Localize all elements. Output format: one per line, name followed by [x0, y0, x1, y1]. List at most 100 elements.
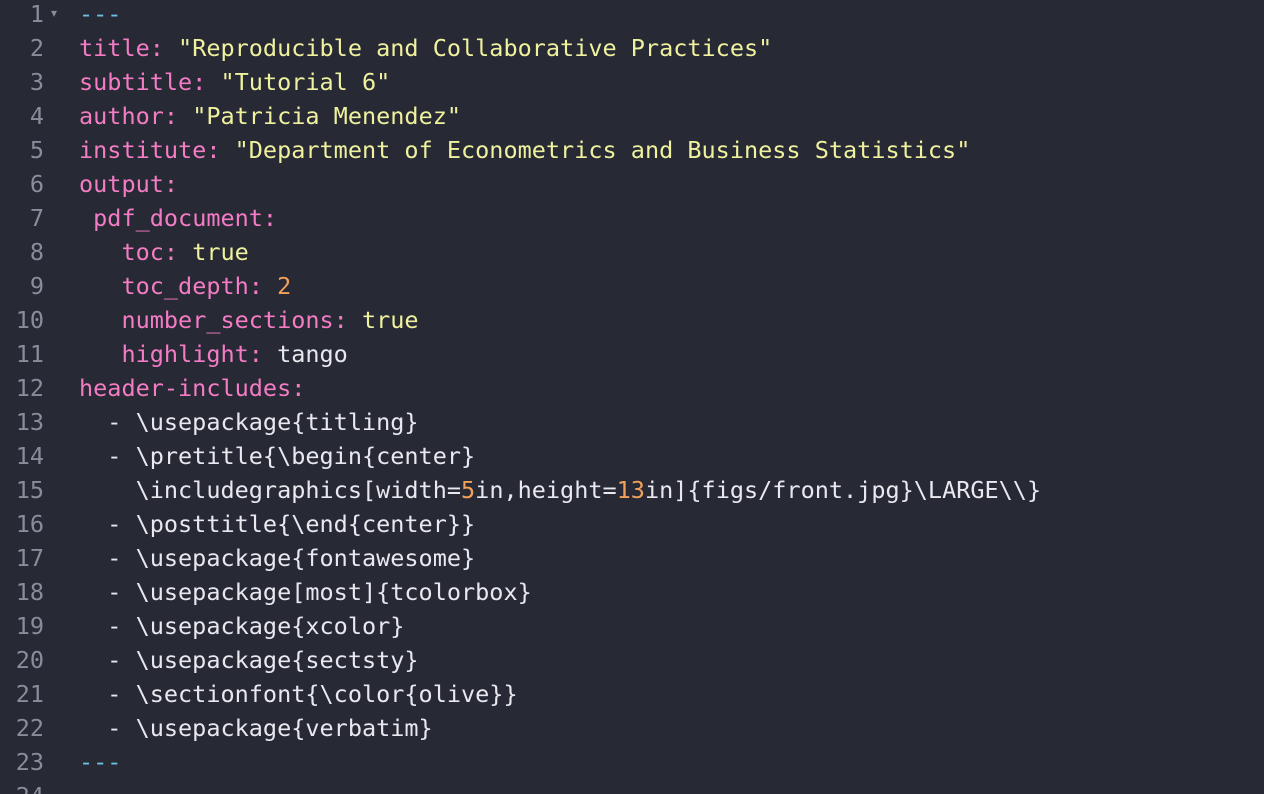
code-line[interactable]: 17 - \usepackage{fontawesome}: [0, 541, 1264, 575]
line-number: 8: [29, 238, 44, 266]
code-token: subtitle:: [79, 68, 207, 96]
line-number: 20: [15, 646, 44, 674]
code-text: - \usepackage{titling}: [79, 405, 418, 439]
code-line[interactable]: 2 title: "Reproducible and Collaborative …: [0, 31, 1264, 65]
line-number: 11: [15, 340, 44, 368]
code-token: - \usepackage{fontawesome}: [79, 544, 476, 572]
code-line[interactable]: 19 - \usepackage{xcolor}: [0, 609, 1264, 643]
code-line[interactable]: 14 - \pretitle{\begin{center}: [0, 439, 1264, 473]
line-number: 12: [15, 374, 44, 402]
code-line[interactable]: 4 author: "Patricia Menendez": [0, 99, 1264, 133]
code-token: - \sectionfont{\color{olive}}: [79, 680, 518, 708]
code-token: 5: [461, 476, 476, 504]
code-line[interactable]: 9 toc_depth: 2: [0, 269, 1264, 303]
code-text: pdf_document:: [79, 201, 277, 235]
line-number: 6: [29, 170, 44, 198]
code-token: - \posttitle{\end{center}}: [79, 510, 476, 538]
code-token: ---: [79, 0, 122, 28]
code-line[interactable]: 5 institute: "Department of Econometrics …: [0, 133, 1264, 167]
code-text: toc: true: [79, 235, 249, 269]
code-line[interactable]: 21 - \sectionfont{\color{olive}}: [0, 677, 1264, 711]
code-token: "Patricia Menendez": [192, 102, 462, 130]
code-token: number_sections:: [121, 306, 348, 334]
code-line[interactable]: 7 pdf_document:: [0, 201, 1264, 235]
code-line[interactable]: 18 - \usepackage[most]{tcolorbox}: [0, 575, 1264, 609]
line-number: 7: [29, 204, 44, 232]
line-number: 23: [15, 748, 44, 776]
code-line[interactable]: 24: [0, 779, 1264, 794]
code-text: ---: [79, 0, 121, 31]
code-token: - \usepackage{sectsty}: [79, 646, 419, 674]
code-text: title: "Reproducible and Collaborative P…: [79, 31, 772, 65]
line-number: 10: [15, 306, 44, 334]
code-editor[interactable]: 1 ▾ --- 2 title: "Reproducible and Collabora…: [0, 0, 1264, 794]
line-number: 24: [0, 779, 44, 794]
line-number: 5: [29, 136, 44, 164]
line-number: 1: [29, 0, 44, 28]
code-token: ---: [79, 748, 122, 776]
code-line[interactable]: 20 - \usepackage{sectsty}: [0, 643, 1264, 677]
code-token: "Department of Econometrics and Business…: [234, 136, 971, 164]
line-number: 18: [15, 578, 44, 606]
code-token: true: [192, 238, 249, 266]
code-text: - \usepackage[most]{tcolorbox}: [79, 575, 532, 609]
code-token: in]{figs/front.jpg}\LARGE\\}: [644, 476, 1042, 504]
code-text: highlight: tango: [79, 337, 348, 371]
code-token: \includegraphics[width=: [79, 476, 462, 504]
code-text: - \usepackage{verbatim}: [79, 711, 433, 745]
chevron-down-icon[interactable]: ▾: [51, 6, 57, 20]
code-text: - \usepackage{xcolor}: [79, 609, 404, 643]
code-token: 13: [616, 476, 645, 504]
code-token: tango: [262, 340, 348, 368]
code-line[interactable]: 13 - \usepackage{titling}: [0, 405, 1264, 439]
code-token: pdf_document:: [93, 204, 278, 232]
line-number: 2: [29, 34, 44, 62]
code-token: "Reproducible and Collaborative Practice…: [178, 34, 773, 62]
code-token: output:: [79, 170, 179, 198]
code-token: in,height=: [475, 476, 617, 504]
code-text: institute: "Department of Econometrics a…: [79, 133, 970, 167]
code-line[interactable]: 12 header-includes:: [0, 371, 1264, 405]
line-number: 3: [29, 68, 44, 96]
line-number: 14: [15, 442, 44, 470]
code-token: true: [361, 306, 419, 334]
code-token: header-includes:: [79, 374, 306, 402]
code-token: - \usepackage{verbatim}: [79, 714, 433, 742]
code-line[interactable]: 11 highlight: tango: [0, 337, 1264, 371]
code-token: - \pretitle{\begin{center}: [79, 442, 476, 470]
code-token: title:: [79, 34, 164, 62]
code-text: output:: [79, 167, 178, 201]
code-text: header-includes:: [79, 371, 305, 405]
code-line[interactable]: 1 ▾ ---: [0, 0, 1264, 31]
code-line[interactable]: 23 ---: [0, 745, 1264, 779]
code-text: - \usepackage{fontawesome}: [79, 541, 475, 575]
code-line[interactable]: 6 output:: [0, 167, 1264, 201]
code-line[interactable]: 16 - \posttitle{\end{center}}: [0, 507, 1264, 541]
code-token: 2: [277, 272, 292, 300]
line-number: 22: [15, 714, 44, 742]
line-number: 19: [15, 612, 44, 640]
code-token: highlight:: [121, 340, 263, 368]
code-text: number_sections: true: [79, 303, 419, 337]
code-token: - \usepackage[most]{tcolorbox}: [79, 578, 532, 606]
code-line[interactable]: 10 number_sections: true: [0, 303, 1264, 337]
code-line[interactable]: 8 toc: true: [0, 235, 1264, 269]
code-line[interactable]: 3 subtitle: "Tutorial 6": [0, 65, 1264, 99]
line-number: 9: [29, 272, 44, 300]
line-number: 13: [15, 408, 44, 436]
code-line[interactable]: 15 \includegraphics[width=5in,height=13i…: [0, 473, 1264, 507]
line-number: 17: [15, 544, 44, 572]
line-number: 15: [15, 476, 44, 504]
code-text: - \posttitle{\end{center}}: [79, 507, 475, 541]
line-number: 4: [29, 102, 44, 130]
code-line[interactable]: 22 - \usepackage{verbatim}: [0, 711, 1264, 745]
code-text: toc_depth: 2: [79, 269, 291, 303]
code-token: "Tutorial 6": [220, 68, 391, 96]
